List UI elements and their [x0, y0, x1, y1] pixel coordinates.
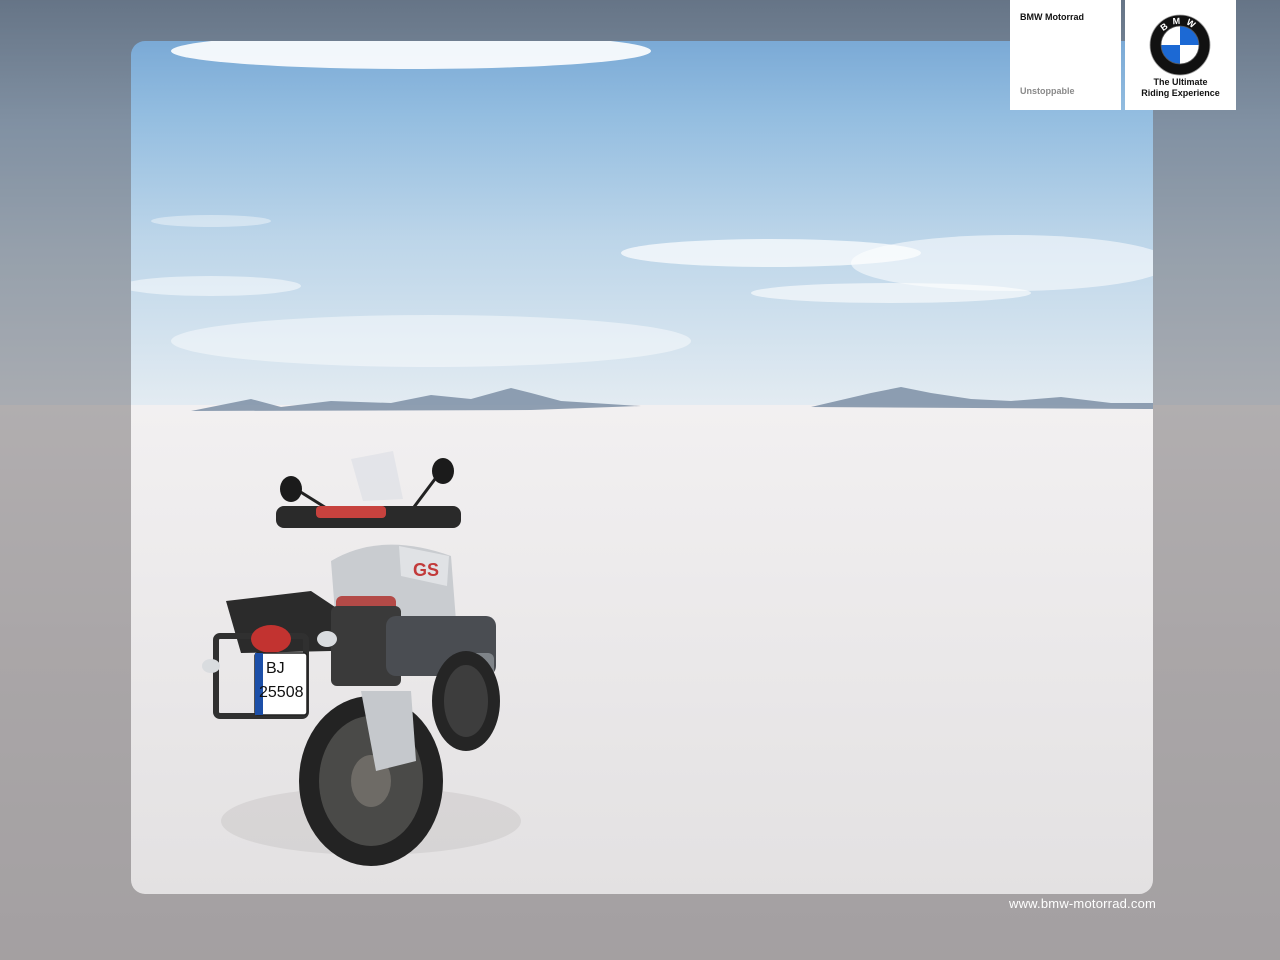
mirror — [280, 476, 302, 502]
cloud — [851, 235, 1153, 291]
badge-slogan-line1: The Ultimate — [1153, 77, 1208, 87]
cloud — [171, 41, 651, 69]
brand-tagline: Unstoppable — [1020, 86, 1075, 96]
badge-slogan: The Ultimate Riding Experience — [1125, 77, 1236, 99]
cloud — [751, 283, 1031, 303]
license-plate-line1: BJ — [266, 660, 285, 677]
photo-scene: GS BJ 25508 — [131, 41, 1153, 866]
bmw-roundel-logo: BMW — [1149, 14, 1211, 76]
tail-light — [251, 625, 291, 653]
mountain-range — [191, 388, 641, 411]
badge-slogan-line2: Riding Experience — [1141, 88, 1220, 98]
website-link[interactable]: www.bmw-motorrad.com — [1009, 896, 1156, 911]
tank-badge: GS — [413, 560, 439, 580]
photo-frame: GS BJ 25508 — [131, 41, 1153, 894]
cloud — [151, 215, 271, 227]
turn-signal — [202, 659, 220, 673]
cloud — [171, 315, 691, 367]
brand-name: BMW Motorrad — [1020, 12, 1084, 22]
mountain-range — [811, 387, 1153, 409]
windscreen — [351, 451, 403, 501]
brand-box: BMW Motorrad Unstoppable — [1010, 0, 1121, 110]
front-wheel-rim — [444, 665, 488, 737]
mirror — [432, 458, 454, 484]
turn-signal — [317, 631, 337, 647]
bmw-badge-box: BMW The Ultimate Riding Experience — [1125, 0, 1236, 110]
license-plate-line2: 25508 — [259, 684, 304, 701]
hand-guard — [316, 506, 386, 518]
cloud — [131, 276, 301, 296]
